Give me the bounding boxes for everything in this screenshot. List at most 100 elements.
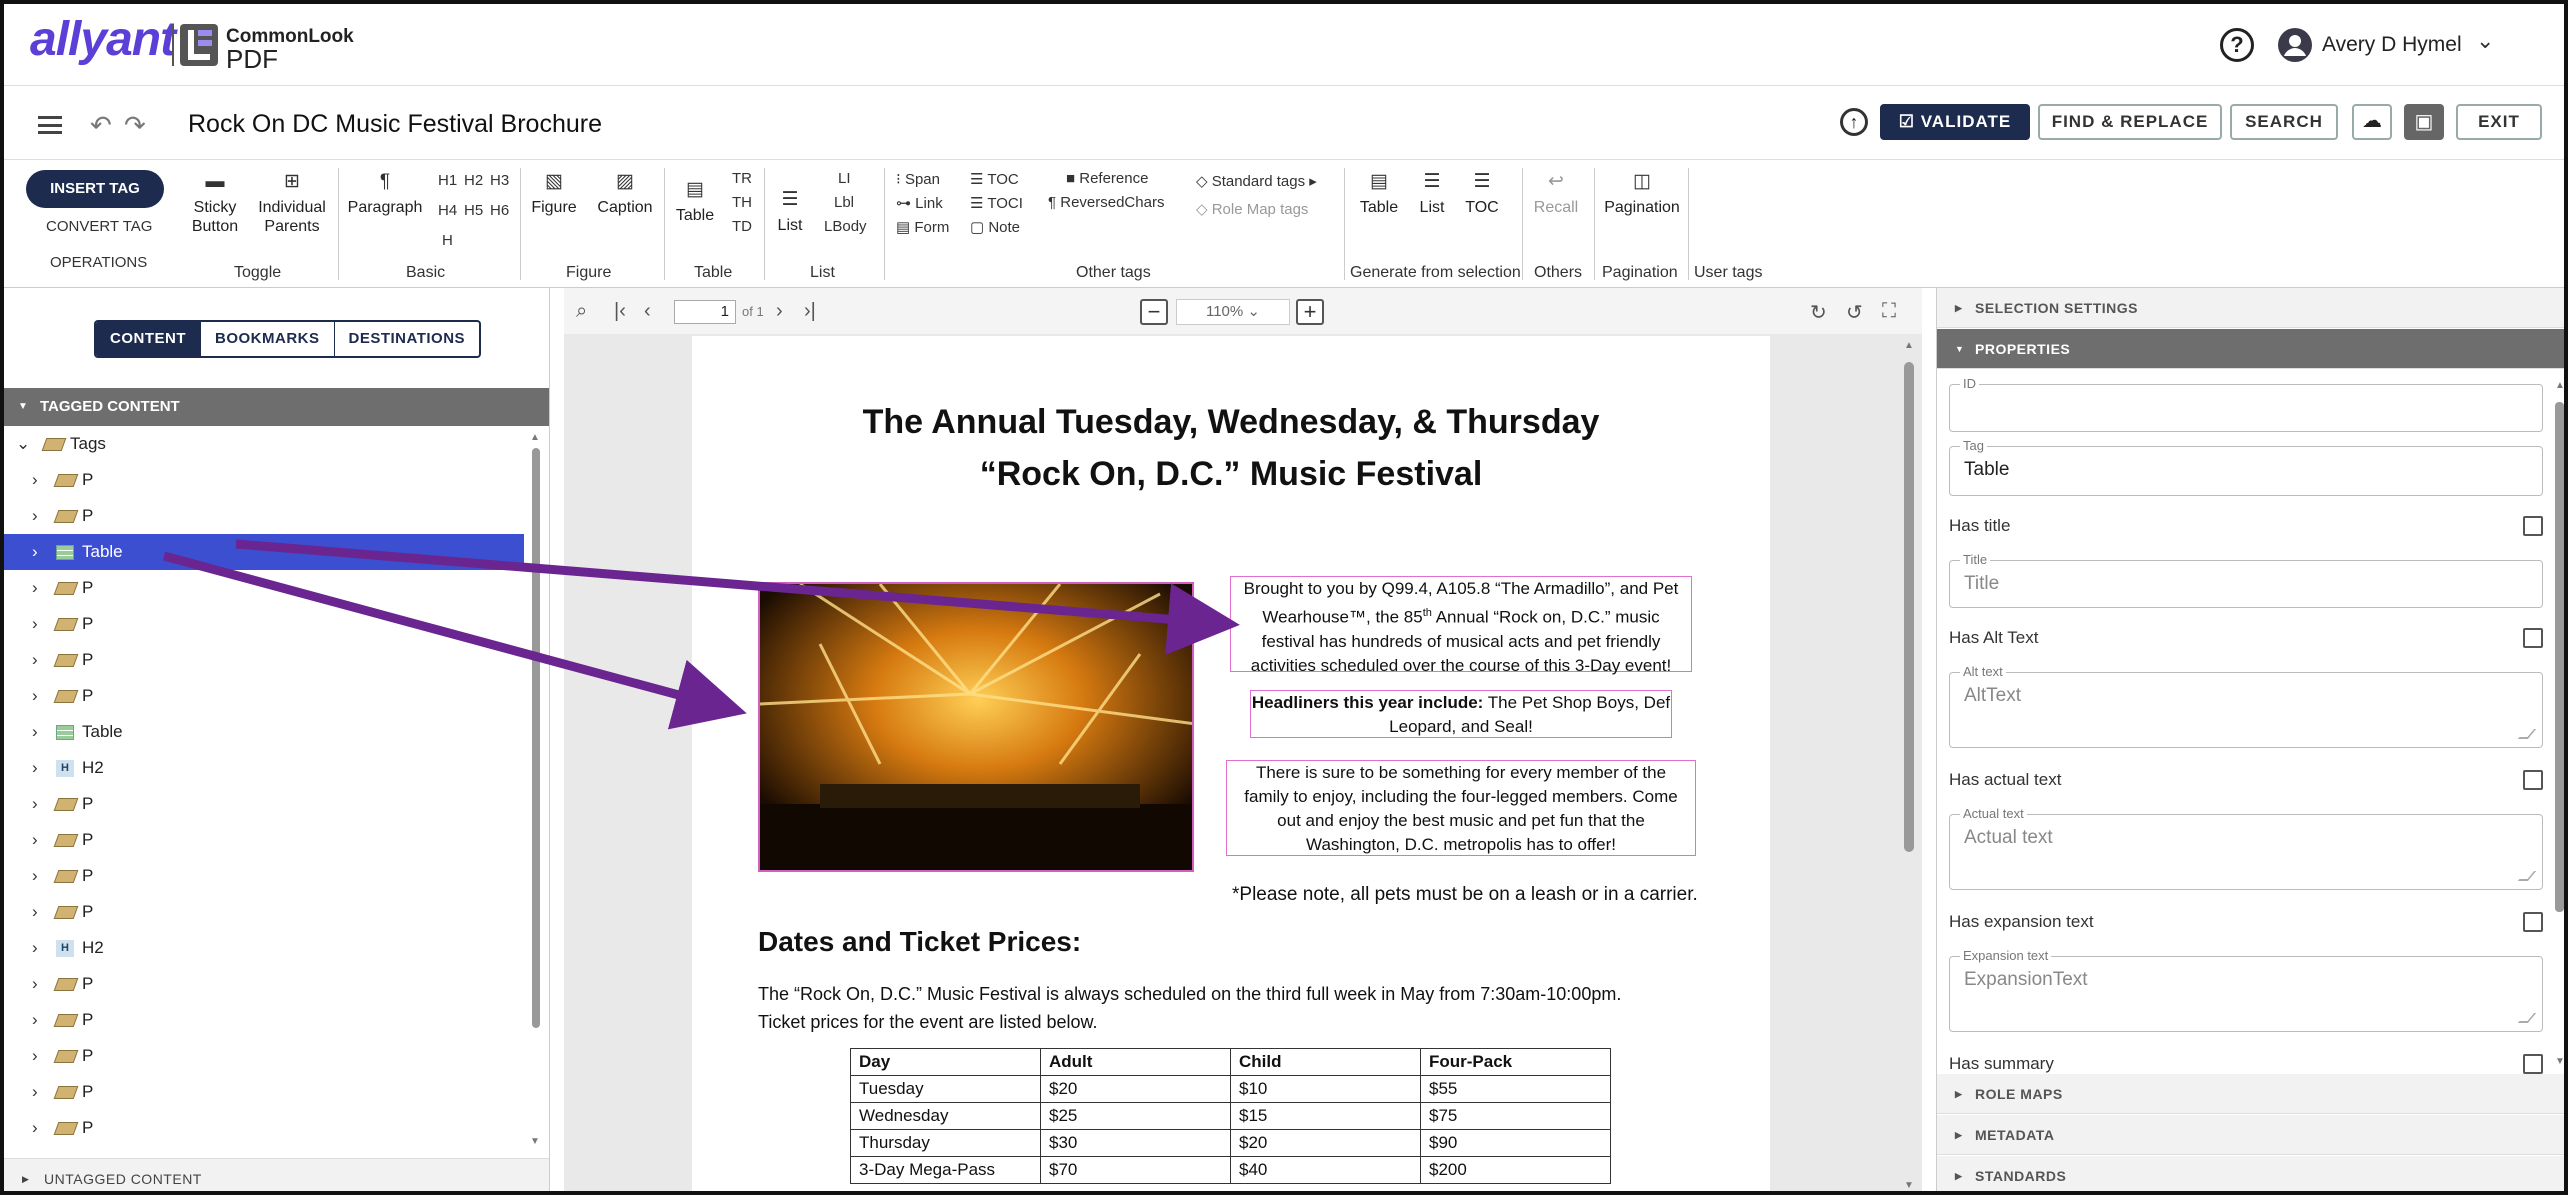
resize-handle-icon[interactable] [2517,1013,2537,1023]
tree-item-p[interactable]: › P [4,462,524,498]
chevron-right-icon[interactable]: › [32,1110,38,1146]
tree-root[interactable]: ⌄ Tags [4,426,524,462]
td-button[interactable]: TD [732,218,752,235]
note-button[interactable]: ▢ Note [970,218,1020,236]
tree-item-p[interactable]: › P [4,966,524,1002]
chevron-right-icon[interactable]: › [32,570,38,606]
actual-text-field[interactable]: Actual text Actual text [1949,806,2543,890]
tree-scrollbar-thumb[interactable] [532,448,540,1028]
metadata-header[interactable]: METADATA [1937,1115,2564,1155]
standard-tags-button[interactable]: ◇ Standard tags ▸ [1196,172,1317,190]
paragraph-tag-button[interactable]: ¶ Paragraph [344,172,426,217]
h2-button[interactable]: H2 [464,172,483,189]
generate-table-button[interactable]: ▤ Table [1354,172,1404,217]
resize-handle-icon[interactable] [2517,729,2537,739]
h4-button[interactable]: H4 [438,202,457,219]
fullscreen-icon[interactable]: ⛶ [1882,300,1896,323]
chevron-right-icon[interactable]: › [32,750,38,786]
chevron-right-icon[interactable]: › [32,678,38,714]
tab-bookmarks[interactable]: BOOKMARKS [201,322,335,356]
tag-field[interactable]: Tag Table [1949,438,2543,496]
sticky-button-toggle[interactable]: ▬ Sticky Button [184,172,246,236]
generate-toc-button[interactable]: ☰ TOC [1460,172,1504,217]
tree-item-p[interactable]: › P [4,570,524,606]
table-tag-button[interactable]: ▤ Table [668,180,722,225]
chevron-right-icon[interactable]: › [32,462,38,498]
chevron-down-icon[interactable]: ⌄ [2476,28,2494,54]
last-page-icon[interactable]: ›| [804,300,816,323]
role-map-tags-button[interactable]: ◇ Role Map tags [1196,200,1308,218]
selection-settings-header[interactable]: SELECTION SETTINGS [1937,288,2564,328]
h3-button[interactable]: H3 [490,172,509,189]
chevron-right-icon[interactable]: › [32,930,38,966]
has-actual-text-checkbox[interactable] [2523,770,2543,790]
expansion-text-field[interactable]: Expansion text ExpansionText [1949,948,2543,1032]
search-icon[interactable]: ⌕ [576,300,587,323]
tree-item-h2[interactable]: › H H2 [4,750,524,786]
rotate-cw-icon[interactable]: ↻ [1810,300,1827,325]
tree-item-p[interactable]: › P [4,786,524,822]
operations-button[interactable]: OPERATIONS [50,254,147,271]
undo-icon[interactable]: ↶ [90,110,112,141]
convert-tag-button[interactable]: CONVERT TAG [46,218,152,235]
has-title-checkbox[interactable] [2523,516,2543,536]
individual-parents-toggle[interactable]: ⊞ Individual Parents [252,172,332,236]
chevron-right-icon[interactable]: › [32,606,38,642]
scroll-down-icon[interactable]: ▼ [2555,1056,2564,1067]
tree-item-p[interactable]: › P [4,1038,524,1074]
reference-button[interactable]: ■ Reference [1066,170,1148,187]
generate-list-button[interactable]: ☰ List [1410,172,1454,217]
scroll-up-icon[interactable]: ▲ [1904,340,1914,351]
lbody-button[interactable]: LBody [824,218,867,235]
scroll-up-icon[interactable]: ▲ [2555,380,2564,391]
tree-item-p[interactable]: › P [4,858,524,894]
chevron-right-icon[interactable]: › [32,966,38,1002]
find-replace-button[interactable]: FIND & REPLACE [2038,104,2222,140]
figure-tag-button[interactable]: ▧ Figure [526,172,582,217]
chevron-right-icon[interactable]: › [32,1002,38,1038]
chevron-right-icon[interactable]: › [32,642,38,678]
th-button[interactable]: TH [732,194,752,211]
insert-tag-button[interactable]: INSERT TAG [26,170,164,208]
exit-button[interactable]: EXIT [2456,104,2542,140]
list-tag-button[interactable]: ☰ List [770,190,810,235]
tab-content[interactable]: CONTENT [96,322,201,356]
title-field[interactable]: Title Title [1949,552,2543,608]
role-maps-header[interactable]: ROLE MAPS [1937,1074,2564,1114]
intro-paragraph[interactable]: Brought to you by Q99.4, A105.8 “The Arm… [1230,576,1692,675]
h-button[interactable]: H [442,232,453,249]
chevron-right-icon[interactable]: › [32,822,38,858]
tree-item-table[interactable]: › Table [4,534,524,570]
chevron-right-icon[interactable]: › [32,1074,38,1110]
scroll-up-icon[interactable]: ▲ [530,432,540,443]
user-name[interactable]: Avery D Hymel [2322,33,2462,57]
zoom-out-button[interactable]: − [1140,299,1168,325]
tree-item-p[interactable]: › P [4,498,524,534]
toci-button[interactable]: ☰ TOCI [970,194,1023,212]
caption-tag-button[interactable]: ▨ Caption [590,172,660,217]
h5-button[interactable]: H5 [464,202,483,219]
tree-item-h2[interactable]: › H H2 [4,930,524,966]
chevron-right-icon[interactable]: › [32,498,38,534]
tree-item-p[interactable]: › P [4,1074,524,1110]
tree-item-p[interactable]: › P [4,1002,524,1038]
chevron-right-icon[interactable]: › [32,714,38,750]
has-alt-text-checkbox[interactable] [2523,628,2543,648]
prev-page-icon[interactable]: ‹ [644,300,651,323]
search-button[interactable]: SEARCH [2230,104,2338,140]
toc-button[interactable]: ☰ TOC [970,170,1019,188]
headliners-paragraph[interactable]: Headliners this year include: The Pet Sh… [1250,690,1672,738]
next-page-icon[interactable]: › [776,300,783,323]
reversed-chars-button[interactable]: ¶ ReversedChars [1048,194,1164,211]
zoom-select[interactable]: 110% ⌄ [1176,299,1290,325]
chevron-right-icon[interactable]: › [32,858,38,894]
chevron-right-icon[interactable]: › [32,534,38,570]
properties-scrollbar-thumb[interactable] [2555,402,2564,912]
untagged-content-header[interactable]: UNTAGGED CONTENT [4,1158,549,1191]
tree-item-p[interactable]: › P [4,606,524,642]
upload-icon[interactable]: ↑ [1840,108,1868,136]
tree-item-p[interactable]: › P [4,678,524,714]
tab-destinations[interactable]: DESTINATIONS [335,322,480,356]
alt-text-field[interactable]: Alt text AltText [1949,664,2543,748]
h1-button[interactable]: H1 [438,172,457,189]
